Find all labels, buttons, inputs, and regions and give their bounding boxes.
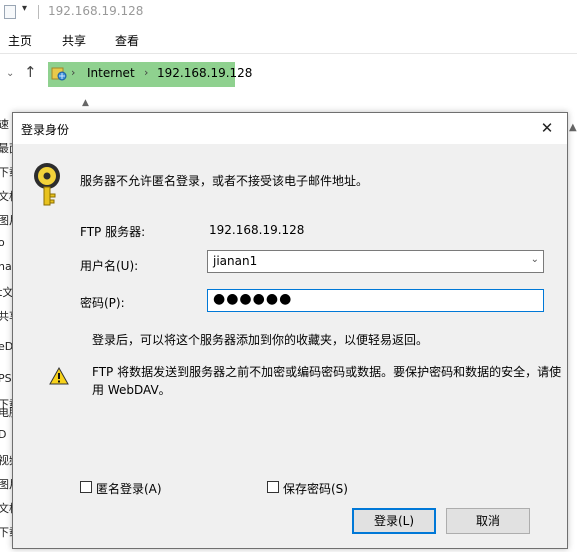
navigation-pane: 速 最面 下载 文档 图片 o ha t文 共享 eD PS 下载 电脑 D 视…	[0, 112, 12, 552]
dialog-title: 登录身份	[21, 123, 70, 137]
scroll-up-icon[interactable]: ▲	[82, 98, 89, 108]
ftp-server-value: 192.168.19.128	[209, 223, 305, 237]
breadcrumb-internet[interactable]: Internet	[87, 66, 135, 80]
login-dialog: 登录身份 ✕ 服务器不允许匿名登录，或者不接受该电子邮件地址。 FTP 服务器:…	[12, 112, 568, 549]
content-scrollbar[interactable]: ▲	[568, 112, 577, 552]
nav-pane-item[interactable]: 共享	[0, 308, 12, 324]
nav-pane-item[interactable]: eD	[0, 340, 12, 353]
checkbox-box[interactable]	[80, 481, 92, 493]
explorer-titlebar: ▾ 192.168.19.128	[0, 0, 577, 24]
login-button[interactable]: 登录(L)	[352, 508, 436, 534]
folder-icon	[4, 5, 16, 19]
error-message: 服务器不允许匿名登录，或者不接受该电子邮件地址。	[80, 174, 369, 188]
nav-pane-item[interactable]: 下载	[0, 524, 12, 540]
tab-home[interactable]: 主页	[8, 32, 32, 49]
nav-pane-item[interactable]: ha	[0, 260, 12, 273]
nav-pane-item[interactable]: 文档	[0, 188, 12, 204]
key-icon	[34, 163, 60, 206]
nav-pane-item[interactable]: PS	[0, 372, 12, 385]
up-arrow-icon[interactable]: ↑	[24, 63, 37, 81]
username-label: 用户名(U):	[80, 259, 139, 273]
breadcrumb-separator: ›	[144, 66, 149, 79]
tab-view[interactable]: 查看	[115, 32, 139, 49]
cancel-button[interactable]: 取消	[446, 508, 530, 534]
nav-pane-item[interactable]: 图片	[0, 476, 12, 492]
ribbon: 主页 共享 查看	[0, 27, 577, 54]
address-bar[interactable]: › Internet › 192.168.19.128	[48, 62, 252, 87]
tab-share[interactable]: 共享	[62, 32, 86, 49]
titlebar-divider	[38, 5, 39, 19]
nav-pane-item[interactable]: 图片	[0, 212, 12, 228]
nav-pane-item[interactable]: 下载	[0, 164, 12, 180]
warning-icon	[49, 367, 69, 385]
nav-pane-item[interactable]: t文	[0, 284, 12, 300]
password-value[interactable]: ●●●●●●	[213, 291, 292, 307]
chevron-down-icon[interactable]: ⌄	[531, 254, 539, 265]
ftp-server-label: FTP 服务器:	[80, 225, 146, 239]
breadcrumb-server[interactable]: 192.168.19.128	[157, 66, 252, 80]
nav-pane-item[interactable]: 电脑	[0, 404, 12, 420]
nav-pane-item[interactable]: 文档	[0, 500, 12, 516]
recent-locations-icon[interactable]: ⌄	[6, 68, 14, 79]
close-icon[interactable]: ✕	[533, 116, 561, 140]
address-bar-row: ⌄ ↑ › Internet › 192.168.19.128	[0, 60, 577, 88]
save-password-label[interactable]: 保存密码(S)	[283, 480, 348, 497]
window-title: 192.168.19.128	[48, 4, 144, 18]
network-globe-icon	[51, 67, 67, 81]
nav-pane-item[interactable]: D	[0, 428, 12, 441]
favorites-hint: 登录后，可以将这个服务器添加到你的收藏夹，以便轻易返回。	[92, 333, 429, 347]
nav-pane-item[interactable]: o	[0, 236, 12, 249]
dialog-titlebar: 登录身份 ✕	[13, 113, 567, 144]
security-warning: FTP 将数据发送到服务器之前不加密或编码密码或数据。要保护密码和数据的安全，请…	[92, 365, 562, 397]
username-value[interactable]: jianan1	[213, 254, 257, 268]
password-field[interactable]: ●●●●●●	[207, 289, 544, 312]
checkbox-box[interactable]	[267, 481, 279, 493]
nav-pane-item[interactable]: 速	[0, 116, 12, 132]
scroll-up-icon[interactable]: ▲	[569, 122, 577, 133]
anonymous-login-label[interactable]: 匿名登录(A)	[96, 480, 162, 497]
breadcrumb-separator: ›	[71, 66, 76, 79]
nav-pane-item[interactable]: 视频	[0, 452, 12, 468]
username-combobox[interactable]: jianan1 ⌄	[207, 250, 544, 273]
quick-access-dropdown-icon[interactable]: ▾	[22, 3, 27, 14]
password-label: 密码(P):	[80, 296, 125, 310]
nav-pane-item[interactable]: 最面	[0, 140, 12, 156]
